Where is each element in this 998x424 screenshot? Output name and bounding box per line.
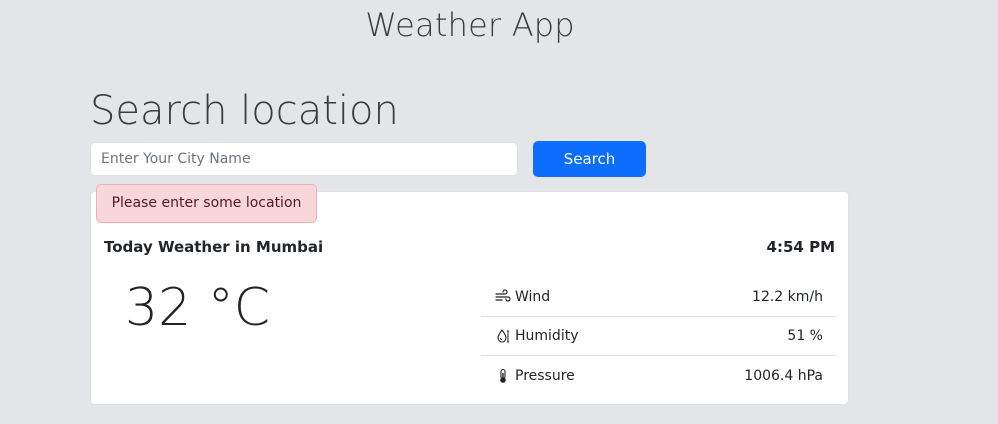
detail-value: 12.2 km/h bbox=[752, 289, 823, 305]
detail-label: Humidity bbox=[515, 328, 579, 344]
thermometer-icon bbox=[495, 368, 511, 384]
wind-icon bbox=[495, 289, 511, 305]
weather-time: 4:54 PM bbox=[766, 238, 835, 256]
weather-card: Today Weather in Mumbai 4:54 PM 32 °C Wi… bbox=[90, 191, 849, 405]
detail-label: Pressure bbox=[515, 367, 575, 384]
detail-label: Wind bbox=[515, 289, 551, 305]
city-search-input[interactable] bbox=[90, 142, 518, 176]
detail-row-wind: Wind 12.2 km/h bbox=[481, 278, 836, 317]
humidity-icon bbox=[495, 328, 511, 344]
validation-alert: Please enter some location bbox=[96, 184, 317, 223]
app-title: Weather App bbox=[365, 6, 575, 44]
temperature-value: 32 °C bbox=[125, 278, 271, 338]
weather-title: Today Weather in Mumbai bbox=[104, 238, 324, 256]
search-heading: Search location bbox=[90, 88, 399, 134]
weather-details: Wind 12.2 km/h Humidity 51 % Pressure 10… bbox=[481, 278, 836, 395]
search-button[interactable]: Search bbox=[533, 141, 646, 177]
detail-value: 1006.4 hPa bbox=[744, 367, 823, 384]
detail-value: 51 % bbox=[787, 328, 823, 344]
detail-row-humidity: Humidity 51 % bbox=[481, 317, 836, 356]
detail-row-pressure: Pressure 1006.4 hPa bbox=[481, 356, 836, 395]
